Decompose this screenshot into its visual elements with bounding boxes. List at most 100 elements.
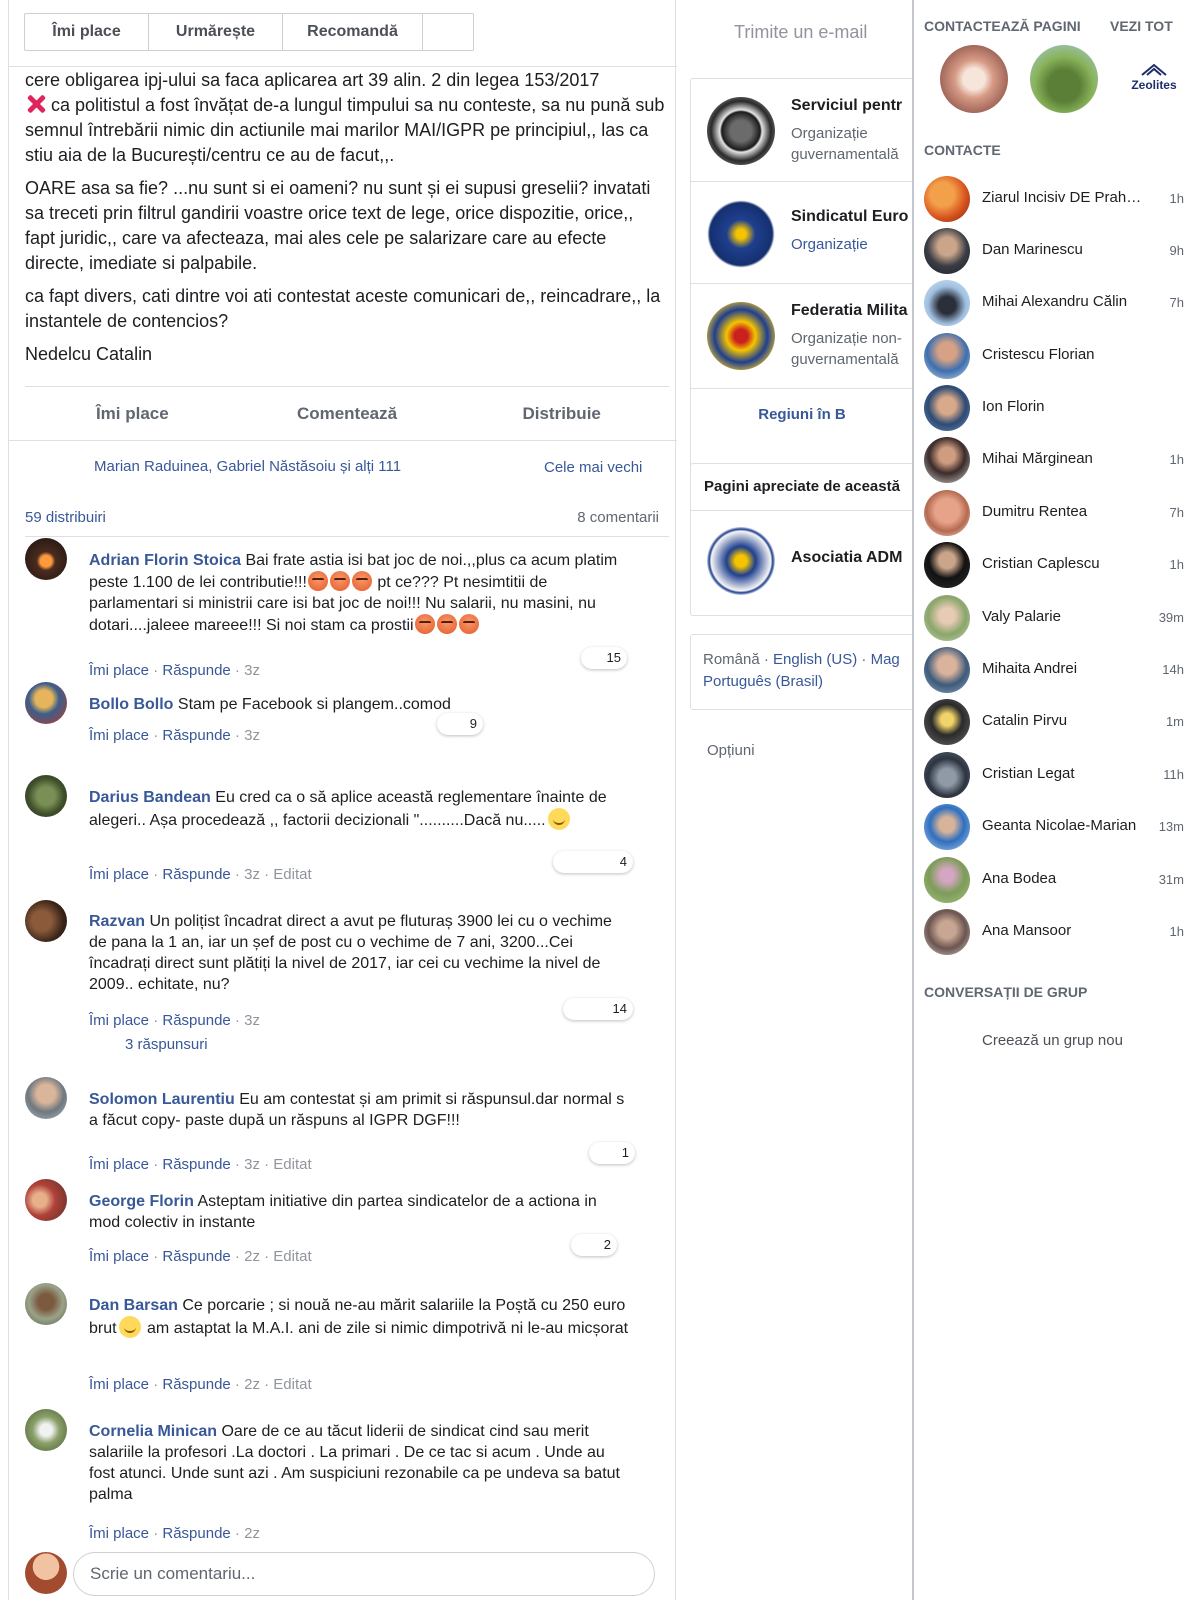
comment-like-link[interactable]: Îmi place (89, 1248, 149, 1265)
shares-link[interactable]: 59 distribuiri (25, 509, 106, 526)
contact-item[interactable]: Ion Florin (924, 383, 1184, 431)
like-button[interactable]: Îmi place (25, 404, 240, 424)
view-replies-link[interactable]: 3 răspunsuri (125, 1036, 208, 1053)
language-link-mag[interactable]: Mag (871, 651, 900, 668)
comment-time[interactable]: 2z (244, 1376, 260, 1393)
page-avatar[interactable] (1030, 45, 1098, 113)
comment-reply-link[interactable]: Răspunde (162, 1156, 230, 1173)
comment-author[interactable]: Adrian Florin Stoica (89, 552, 241, 569)
options-link[interactable]: Opțiuni (707, 742, 755, 759)
related-page[interactable]: Serviciul pentr Organizație guvernamenta… (691, 79, 913, 179)
comment-time[interactable]: 2z (244, 1248, 260, 1265)
reaction-count[interactable]: 2 (571, 1234, 617, 1256)
comment-reply-link[interactable]: Răspunde (162, 1525, 230, 1542)
comment-like-link[interactable]: Îmi place (89, 662, 149, 679)
comment-like-link[interactable]: Îmi place (89, 727, 149, 744)
contact-item[interactable]: Dan Marinescu 9h (924, 226, 1184, 274)
page-like-button[interactable]: Îmi place (25, 14, 149, 50)
page-name[interactable]: Federatia Milita (791, 302, 907, 320)
contact-item[interactable]: Valy Palarie 39m (924, 593, 1184, 641)
comment-time[interactable]: 3z (244, 1156, 260, 1173)
follow-button[interactable]: Urmărește (149, 14, 283, 50)
avatar[interactable] (25, 682, 67, 724)
more-button[interactable] (423, 14, 473, 50)
contact-item[interactable]: Geanta Nicolae-Marian 13m (924, 802, 1184, 850)
comment-time[interactable]: 3z (244, 662, 260, 679)
share-button[interactable]: Distribuie (454, 404, 669, 424)
reaction-count[interactable]: 9 (437, 713, 483, 735)
recommend-button[interactable]: Recomandă (283, 14, 423, 50)
comment-time[interactable]: 2z (244, 1525, 260, 1542)
page-name[interactable]: Asociatia ADM (791, 549, 902, 567)
comment-like-link[interactable]: Îmi place (89, 1525, 149, 1542)
comment-reply-link[interactable]: Răspunde (162, 1376, 230, 1393)
comment-like-link[interactable]: Îmi place (89, 1376, 149, 1393)
liked-page[interactable]: Asociatia ADM (691, 510, 913, 610)
angry-emoji-icon (414, 614, 435, 634)
contact-item[interactable]: Ziarul Incisiv DE Prahova 1h (924, 174, 1184, 222)
comment-reply-link[interactable]: Răspunde (162, 1012, 230, 1029)
avatar[interactable] (25, 1409, 67, 1451)
page-logo[interactable] (707, 527, 775, 595)
comment-author[interactable]: Darius Bandean (89, 789, 211, 806)
contact-item[interactable]: Ana Mansoor 1h (924, 907, 1184, 955)
create-group-button[interactable]: Creează un grup nou (982, 1032, 1123, 1049)
avatar[interactable] (25, 1552, 67, 1594)
page-logo[interactable] (707, 97, 775, 165)
page-avatar[interactable] (940, 45, 1008, 113)
comments-count[interactable]: 8 comentarii (577, 509, 659, 526)
page-name[interactable]: Serviciul pentr (791, 97, 902, 115)
reaction-count[interactable]: 15 (581, 647, 627, 669)
comment-like-link[interactable]: Îmi place (89, 866, 149, 883)
comment-author[interactable]: George Florin (89, 1193, 194, 1210)
avatar[interactable] (25, 1077, 67, 1119)
page-logo[interactable] (707, 302, 775, 370)
comment-author[interactable]: Cornelia Minican (89, 1423, 217, 1440)
see-all-link[interactable]: VEZI TOT (1110, 18, 1173, 34)
comment-time[interactable]: 3z (244, 866, 260, 883)
related-page[interactable]: Sindicatul Euro Organizație (691, 181, 913, 281)
page-avatar[interactable]: Zeolites (1120, 45, 1188, 113)
contact-time: 11h (1163, 767, 1184, 782)
related-page[interactable]: Federatia Milita Organizație non-guverna… (691, 283, 913, 383)
comment-author[interactable]: Solomon Laurentiu (89, 1091, 235, 1108)
comment-like-link[interactable]: Îmi place (89, 1012, 149, 1029)
contact-item[interactable]: Cristian Legat 11h (924, 750, 1184, 798)
contact-item[interactable]: Ana Bodea 31m (924, 855, 1184, 903)
comment-author[interactable]: Razvan (89, 913, 145, 930)
contact-item[interactable]: Mihai Mărginean 1h (924, 435, 1184, 483)
comment-reply-link[interactable]: Răspunde (162, 662, 230, 679)
language-link-pt[interactable]: Português (Brasil) (703, 673, 823, 690)
page-logo[interactable] (707, 200, 775, 268)
contact-item[interactable]: Mihai Alexandru Călin 7h (924, 278, 1184, 326)
contact-item[interactable]: Catalin Pirvu 1m (924, 697, 1184, 745)
avatar[interactable] (25, 775, 67, 817)
reaction-count[interactable]: 4 (553, 851, 633, 873)
language-link-en[interactable]: English (US) (773, 651, 857, 668)
contact-name: Dan Marinescu (982, 241, 1083, 258)
comment-reply-link[interactable]: Răspunde (162, 866, 230, 883)
sort-comments-link[interactable]: Cele mai vechi (544, 459, 642, 476)
comment-author[interactable]: Bollo Bollo (89, 696, 173, 713)
page-name[interactable]: Sindicatul Euro (791, 208, 908, 226)
contact-item[interactable]: Cristian Caplescu 1h (924, 540, 1184, 588)
comment-input[interactable]: Scrie un comentariu... (73, 1552, 655, 1596)
reaction-count[interactable]: 14 (563, 998, 633, 1020)
comment-time[interactable]: 3z (244, 727, 260, 744)
avatar[interactable] (25, 1283, 67, 1325)
comment-reply-link[interactable]: Răspunde (162, 1248, 230, 1265)
contact-item[interactable]: Mihaita Andrei 14h (924, 645, 1184, 693)
regions-link[interactable]: Regiuni în B (691, 388, 913, 440)
avatar[interactable] (25, 900, 67, 942)
contact-item[interactable]: Dumitru Rentea 7h (924, 488, 1184, 536)
comment-reply-link[interactable]: Răspunde (162, 727, 230, 744)
comment-author[interactable]: Dan Barsan (89, 1297, 178, 1314)
comment-button[interactable]: Comentează (240, 404, 455, 424)
avatar[interactable] (25, 1179, 67, 1221)
reaction-count[interactable]: 1 (589, 1142, 635, 1164)
comment-time[interactable]: 3z (244, 1012, 260, 1029)
contact-item[interactable]: Cristescu Florian (924, 331, 1184, 379)
comment-like-link[interactable]: Îmi place (89, 1156, 149, 1173)
avatar[interactable] (25, 538, 67, 580)
likers-link[interactable]: Marian Raduinea, Gabriel Năstăsoiu și al… (94, 458, 401, 475)
